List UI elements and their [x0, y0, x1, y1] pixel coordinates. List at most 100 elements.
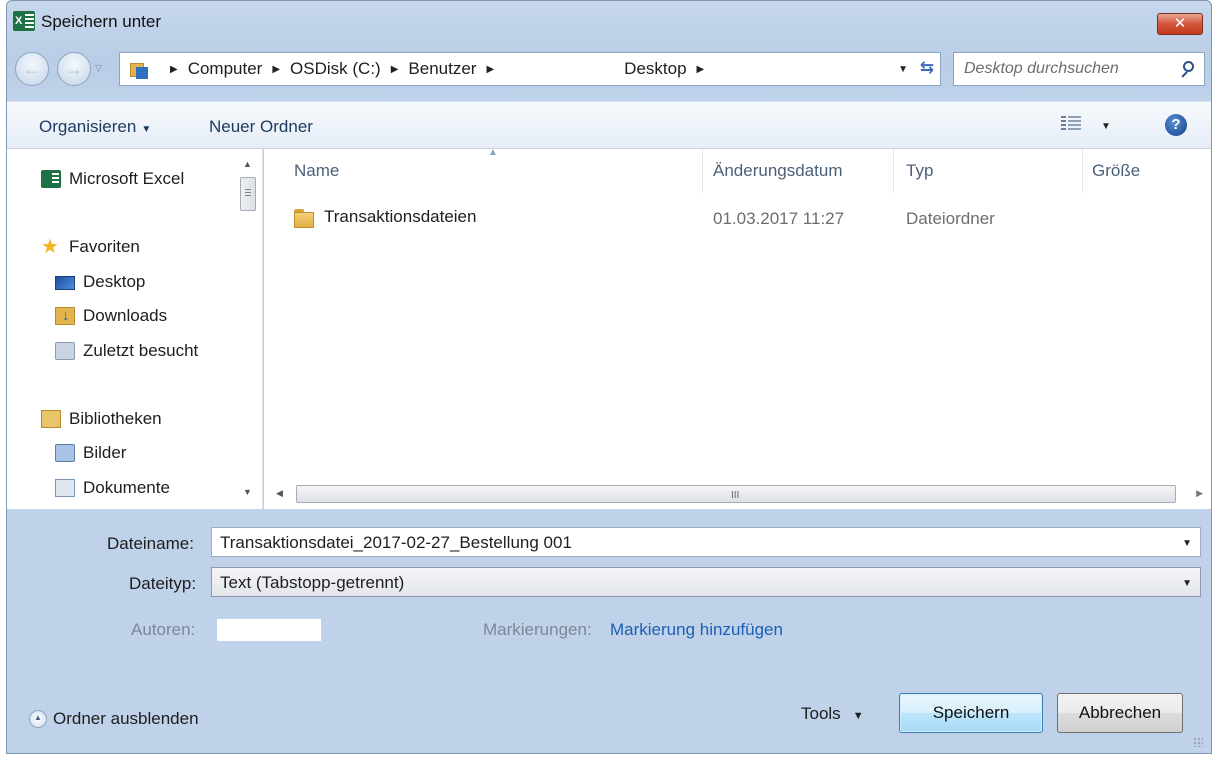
navigation-bar: ← → ▽ ▶ Computer ▶ OSDisk (C:) ▶ Benutze… [7, 49, 1211, 93]
back-button[interactable]: ← [15, 52, 49, 86]
location-icon [130, 61, 150, 79]
breadcrumb-separator-icon[interactable]: ▶ [697, 64, 705, 75]
save-button[interactable]: Speichern [899, 693, 1043, 733]
chevron-down-icon[interactable]: ▼ [1182, 538, 1192, 549]
hide-folders-toggle[interactable]: Ordner ausblenden [29, 709, 199, 729]
recent-locations-dropdown-icon[interactable]: ▽ [95, 63, 102, 74]
authors-label: Autoren: [131, 620, 196, 639]
breadcrumb-separator-icon[interactable]: ▶ [486, 64, 494, 75]
organize-label: Organisieren [39, 117, 137, 136]
new-folder-button[interactable]: Neuer Ordner [209, 117, 313, 137]
search-box[interactable] [953, 52, 1205, 86]
refresh-icon[interactable]: ⇆ [920, 58, 934, 78]
title-bar: X Speichern unter ✕ [7, 1, 1211, 41]
address-bar[interactable]: ▶ Computer ▶ OSDisk (C:) ▶ Benutzer ▶ De… [119, 52, 941, 86]
filetype-select[interactable]: Text (Tabstopp-getrennt) ▼ [211, 567, 1201, 597]
scroll-right-icon[interactable]: ▶ [1196, 488, 1203, 499]
column-header-type[interactable]: Typ [906, 161, 933, 181]
breadcrumb-computer[interactable]: Computer [188, 59, 263, 79]
scroll-left-icon[interactable]: ◀ [276, 488, 283, 499]
help-icon[interactable]: ? [1165, 114, 1187, 136]
tools-label: Tools [801, 704, 841, 723]
breadcrumb-desktop[interactable]: Desktop [624, 59, 686, 79]
grip-icon: III [731, 490, 740, 501]
file-name-cell: Transaktionsdateien [294, 207, 476, 228]
sidebar-item-label: Favoriten [69, 237, 140, 256]
window-title: Speichern unter [41, 12, 162, 31]
sidebar-item-microsoft-excel[interactable]: Microsoft Excel [41, 169, 184, 189]
scroll-up-icon[interactable]: ▲ [243, 159, 252, 169]
file-type: Dateiordner [906, 209, 995, 228]
tags-label: Markierungen: [483, 620, 592, 639]
excel-icon [41, 170, 61, 188]
sidebar-item-favoriten[interactable]: ★ Favoriten [41, 237, 140, 257]
authors-field[interactable] [217, 619, 321, 641]
resize-grip-icon[interactable] [1193, 737, 1203, 747]
filename-value[interactable]: Transaktionsdatei_2017-02-27_Bestellung … [220, 533, 572, 552]
forward-button[interactable]: → [57, 52, 91, 86]
column-divider[interactable] [702, 149, 703, 193]
libraries-icon [41, 410, 61, 428]
column-header-size[interactable]: Größe [1092, 161, 1140, 181]
breadcrumb-separator-icon[interactable]: ▶ [391, 64, 399, 75]
filetype-value: Text (Tabstopp-getrennt) [220, 573, 405, 592]
sidebar-item-dokumente[interactable]: Dokumente [55, 478, 170, 498]
sidebar-item-zuletzt-besucht[interactable]: Zuletzt besucht [55, 341, 198, 361]
breadcrumb-separator-icon[interactable]: ▶ [170, 64, 178, 75]
file-date: 01.03.2017 11:27 [713, 209, 845, 228]
sidebar-item-downloads[interactable]: Downloads [55, 306, 167, 326]
chevron-down-icon[interactable]: ▼ [1182, 578, 1192, 589]
forward-arrow-icon: → [65, 58, 83, 79]
sidebar-scrollbar[interactable]: ▲ ▼ [233, 149, 262, 509]
sidebar-item-label: Downloads [83, 306, 168, 325]
pictures-icon [55, 444, 75, 462]
sidebar-item-label: Zuletzt besucht [83, 341, 199, 360]
breadcrumb-benutzer[interactable]: Benutzer [408, 59, 476, 79]
sidebar-item-desktop[interactable]: Desktop [55, 272, 145, 292]
column-header-name[interactable]: Name [294, 161, 339, 181]
save-as-dialog: X Speichern unter ✕ ← → ▽ ▶ Computer ▶ O… [6, 0, 1212, 754]
scroll-thumb[interactable]: III [296, 485, 1176, 503]
search-icon[interactable] [1180, 60, 1196, 78]
scroll-down-icon[interactable]: ▼ [243, 487, 252, 497]
column-header-date[interactable]: Änderungsdatum [713, 161, 842, 181]
close-button[interactable]: ✕ [1157, 13, 1203, 35]
column-divider[interactable] [893, 149, 894, 193]
horizontal-scrollbar[interactable]: ◀ III ▶ [264, 479, 1211, 509]
table-row[interactable]: Transaktionsdateien 01.03.2017 11:27 Dat… [294, 207, 1174, 235]
breadcrumb-osdisk[interactable]: OSDisk (C:) [290, 59, 381, 79]
chevron-down-icon: ▼ [852, 710, 864, 722]
sidebar-item-label: Bibliotheken [69, 409, 162, 428]
add-tag-link[interactable]: Markierung hinzufügen [610, 620, 783, 640]
breadcrumb: ▶ Computer ▶ OSDisk (C:) ▶ Benutzer ▶ De… [160, 59, 714, 79]
cancel-button[interactable]: Abbrechen [1057, 693, 1183, 733]
back-arrow-icon: ← [23, 58, 41, 79]
hide-folders-label: Ordner ausblenden [53, 709, 199, 728]
column-divider[interactable] [1082, 149, 1083, 193]
recent-places-icon [55, 342, 75, 360]
breadcrumb-separator-icon[interactable]: ▶ [272, 64, 280, 75]
search-input[interactable] [964, 60, 1164, 78]
navigation-pane: Microsoft Excel ★ Favoriten Desktop Down… [7, 149, 263, 509]
address-history-dropdown-icon[interactable]: ▼ [898, 64, 908, 75]
sidebar-item-bilder[interactable]: Bilder [55, 443, 126, 463]
filename-label: Dateiname: [107, 534, 194, 553]
scroll-thumb[interactable] [240, 177, 256, 211]
sort-ascending-icon: ▲ [488, 147, 498, 158]
organize-menu[interactable]: Organisieren ▼ [39, 117, 151, 137]
excel-app-icon: X [13, 11, 35, 31]
folder-icon [294, 208, 314, 228]
view-options-icon[interactable] [1061, 116, 1081, 134]
filetype-label: Dateityp: [129, 574, 197, 593]
view-dropdown-icon[interactable]: ▼ [1101, 121, 1111, 132]
tools-menu[interactable]: Tools ▼ [801, 704, 864, 724]
desktop-icon [55, 276, 75, 290]
sidebar-item-bibliotheken[interactable]: Bibliotheken [41, 409, 162, 429]
sidebar-item-label: Desktop [83, 272, 146, 291]
collapse-up-icon [29, 710, 47, 728]
chevron-down-icon: ▼ [141, 124, 152, 135]
command-bar: Organisieren ▼ Neuer Ordner ▼ ? [7, 101, 1211, 149]
filename-field[interactable]: Transaktionsdatei_2017-02-27_Bestellung … [211, 527, 1201, 557]
documents-icon [55, 479, 75, 497]
downloads-icon [55, 307, 75, 325]
